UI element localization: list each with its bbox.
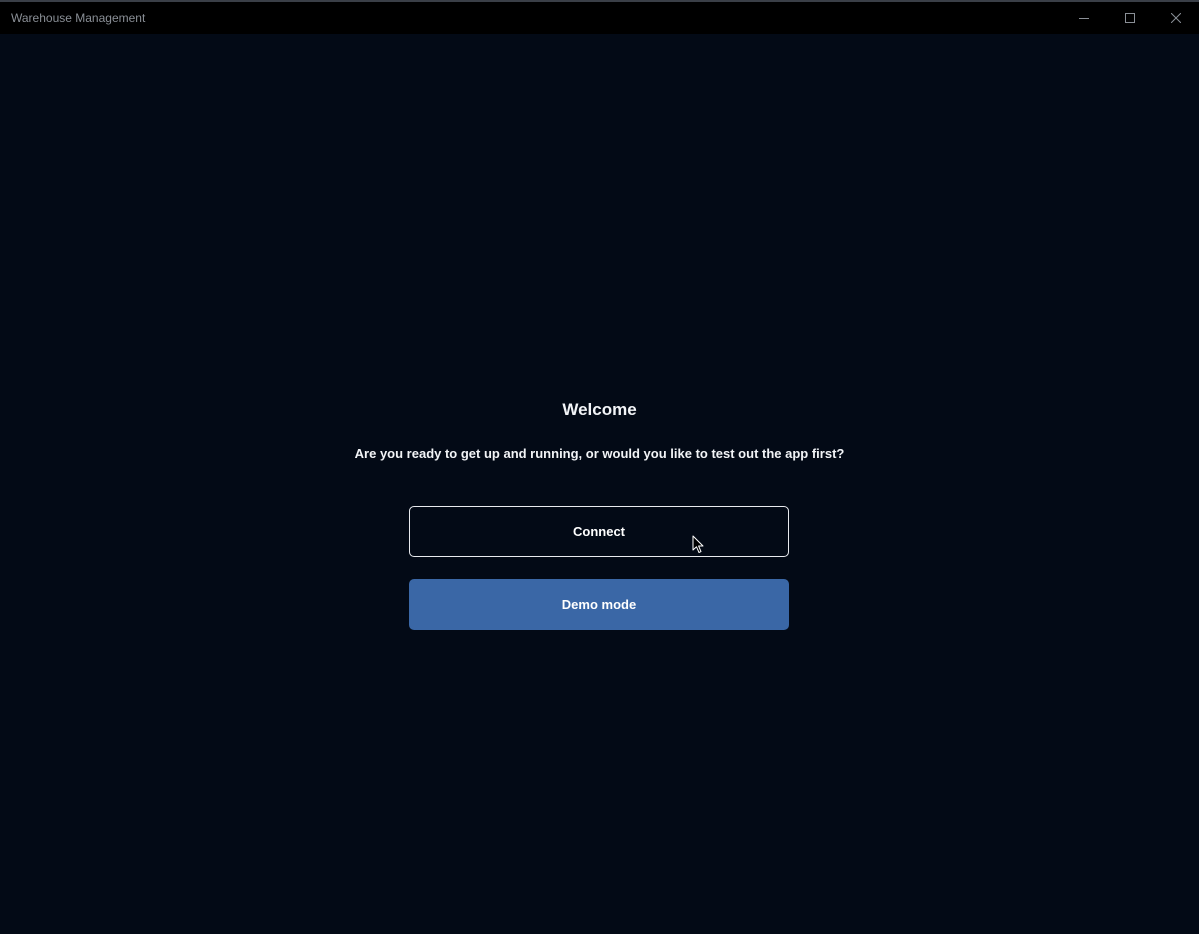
connect-button-label: Connect [573,524,625,539]
connect-button[interactable]: Connect [409,506,789,557]
welcome-title: Welcome [562,400,637,419]
welcome-panel: Welcome Are you ready to get up and runn… [0,34,1199,934]
welcome-subtitle: Are you ready to get up and running, or … [354,446,845,461]
minimize-icon [1079,13,1089,23]
title-bar[interactable]: Warehouse Management [0,2,1199,34]
minimize-button[interactable] [1061,2,1107,34]
app-window: Warehouse Management Welcome Are you rea… [0,0,1199,934]
maximize-icon [1125,13,1135,23]
demo-mode-button-label: Demo mode [561,597,637,612]
window-title: Warehouse Management [11,11,146,25]
maximize-button[interactable] [1107,2,1153,34]
demo-mode-button[interactable]: Demo mode [409,579,789,630]
close-icon [1171,13,1181,23]
close-button[interactable] [1153,2,1199,34]
mouse-pointer-icon [692,535,704,559]
